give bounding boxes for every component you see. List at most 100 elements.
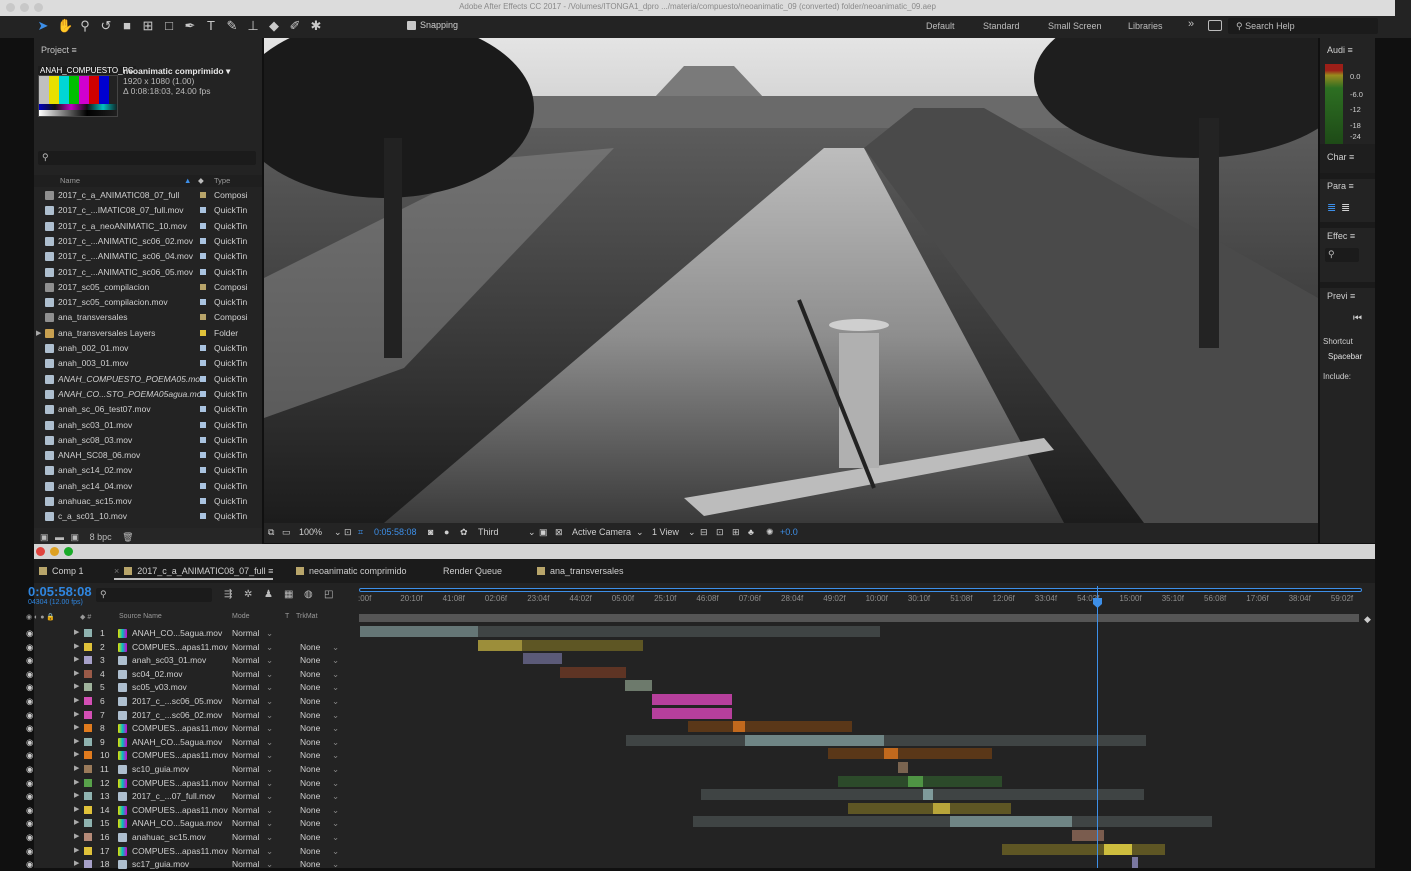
chevron-down-icon[interactable]: ⌄ [636, 527, 644, 538]
always-preview-icon[interactable]: ⧉ [268, 527, 274, 538]
chevron-down-icon[interactable]: ⌄ [332, 653, 339, 667]
expand-layer-icon[interactable]: ▶ [74, 789, 79, 803]
layer-source-name[interactable]: COMPUES...apas11.mov [132, 748, 228, 762]
layer-label-swatch[interactable] [84, 737, 92, 746]
layer-label-swatch[interactable] [84, 765, 92, 773]
layer-duration-bar[interactable] [688, 721, 733, 733]
expand-layer-icon[interactable]: ▶ [74, 803, 79, 817]
visibility-eye-icon[interactable]: ◉ [26, 640, 33, 654]
expand-layer-icon[interactable]: ▶ [74, 721, 79, 735]
layer-duration-bar[interactable] [626, 734, 745, 746]
viewer-timecode[interactable]: 0:05:58:08 [374, 527, 417, 537]
visibility-eye-icon[interactable]: ◉ [26, 721, 33, 735]
layer-source-name[interactable]: 2017_c_...07_full.mov [132, 789, 215, 803]
layer-track-area[interactable] [358, 624, 1358, 869]
layer-row[interactable]: ◉ ▶ 16 anahuac_sc15.mov Normal ⌄ None ⌄ [26, 830, 356, 844]
exposure-icon[interactable]: ✺ [766, 527, 774, 538]
minimize-window-button[interactable] [20, 3, 29, 12]
layer-label-swatch[interactable] [84, 860, 92, 869]
current-time-indicator-head[interactable] [1093, 598, 1102, 608]
effects-search-input[interactable]: ⚲ [1325, 248, 1359, 262]
layer-duration-bar[interactable] [923, 775, 1002, 787]
chevron-down-icon[interactable]: ⌄ [332, 776, 339, 790]
chevron-down-icon[interactable]: ⌄ [266, 735, 273, 749]
layer-source-name[interactable]: sc05_v03.mov [132, 680, 187, 694]
graph-editor-icon[interactable]: ◰ [324, 589, 333, 600]
align-center-icon[interactable]: ≣ [1341, 201, 1350, 214]
label-column-icon[interactable]: ◆ [198, 176, 204, 185]
chevron-down-icon[interactable]: ⌄ [332, 762, 339, 776]
chevron-down-icon[interactable]: ⌄ [332, 640, 339, 654]
rectangle-tool-icon[interactable]: □ [162, 17, 176, 35]
transparency-grid-icon[interactable]: ⊠ [555, 527, 563, 538]
close-tab-icon[interactable]: × [114, 566, 119, 576]
chevron-down-icon[interactable]: ⌄ [266, 789, 273, 803]
minimize-window-button[interactable] [50, 547, 59, 556]
expand-layer-icon[interactable]: ▶ [74, 653, 79, 667]
chevron-down-icon[interactable]: ⌄ [528, 527, 536, 538]
chevron-down-icon[interactable]: ⌄ [332, 803, 339, 817]
layer-trkmat-dropdown[interactable]: None [300, 667, 320, 681]
expand-layer-icon[interactable]: ▶ [74, 694, 79, 708]
chevron-down-icon[interactable]: ⌄ [332, 789, 339, 803]
layer-duration-bar[interactable] [950, 816, 1072, 828]
chevron-down-icon[interactable]: ⌄ [266, 762, 273, 776]
channel-icon[interactable]: ✿ [460, 527, 468, 538]
layer-row[interactable]: ◉ ▶ 11 sc10_guia.mov Normal ⌄ None ⌄ [26, 762, 356, 776]
chevron-down-icon[interactable]: ⌄ [332, 735, 339, 749]
layer-duration-bar[interactable] [884, 748, 898, 760]
chevron-down-icon[interactable]: ⌄ [266, 816, 273, 830]
trash-icon[interactable]: 🗑 [122, 532, 133, 542]
tab-animatic-full[interactable]: × 2017_c_a_ANIMATIC08_07_full ≡ [114, 566, 274, 580]
layer-row[interactable]: ◉ ▶ 13 2017_c_...07_full.mov Normal ⌄ None ⌄ [26, 789, 356, 803]
project-item[interactable]: c_a_sc01_10.mov QuickTin [34, 509, 262, 524]
trkmat-column-header[interactable]: TrkMat [296, 613, 318, 620]
label-swatch[interactable] [200, 314, 206, 321]
layer-trkmat-dropdown[interactable]: None [300, 776, 320, 790]
layer-trkmat-dropdown[interactable]: None [300, 844, 320, 858]
chevron-down-icon[interactable]: ⌄ [332, 844, 339, 858]
pan-behind-tool-icon[interactable]: ⊞ [141, 17, 155, 35]
label-swatch[interactable] [200, 482, 206, 489]
layer-source-name[interactable]: anah_sc03_01.mov [132, 653, 206, 667]
chevron-down-icon[interactable]: ⌄ [332, 667, 339, 681]
layer-label-swatch[interactable] [84, 805, 92, 814]
layer-row[interactable]: ◉ ▶ 14 COMPUES...apas11.mov Normal ⌄ None ⌄ [26, 803, 356, 817]
layer-mode-dropdown[interactable]: Normal [232, 735, 259, 749]
visibility-eye-icon[interactable]: ◉ [26, 789, 33, 803]
visibility-eye-icon[interactable]: ◉ [26, 735, 33, 749]
layer-duration-bar[interactable] [950, 802, 1011, 814]
fit-icon[interactable]: ⊡ [344, 527, 352, 538]
layer-duration-bar[interactable] [884, 734, 1146, 746]
resolution-dropdown[interactable]: Third [478, 527, 499, 537]
layer-row[interactable]: ◉ ▶ 7 2017_c_...sc06_02.mov Normal ⌄ None ⌄ [26, 708, 356, 722]
label-swatch[interactable] [200, 237, 206, 244]
expand-layer-icon[interactable]: ▶ [74, 735, 79, 749]
visibility-eye-icon[interactable]: ◉ [26, 762, 33, 776]
layer-source-name[interactable]: COMPUES...apas11.mov [132, 721, 228, 735]
new-composition-icon[interactable]: ▣ [71, 532, 80, 542]
project-item[interactable]: ana_transversales Composi [34, 310, 262, 325]
chevron-down-icon[interactable]: ⌄ [266, 640, 273, 654]
layer-trkmat-dropdown[interactable]: None [300, 721, 320, 735]
layer-row[interactable]: ◉ ▶ 2 COMPUES...apas11.mov Normal ⌄ None ⌄ [26, 640, 356, 654]
chevron-down-icon[interactable]: ⌄ [332, 721, 339, 735]
layer-mode-dropdown[interactable]: Normal [232, 762, 259, 776]
layer-label-swatch[interactable] [84, 846, 92, 855]
workspace-default[interactable]: Default [926, 21, 955, 31]
label-swatch[interactable] [200, 360, 206, 367]
brush-tool-icon[interactable]: ✎ [225, 17, 239, 35]
layer-mode-dropdown[interactable]: Normal [232, 708, 259, 722]
new-folder-icon[interactable]: ▬ [55, 532, 64, 542]
chevron-down-icon[interactable]: ⌄ [266, 667, 273, 681]
view-layout-dropdown[interactable]: 1 View [652, 527, 679, 537]
eraser-tool-icon[interactable]: ◆ [267, 17, 281, 35]
layer-source-name[interactable]: 2017_c_...sc06_05.mov [132, 694, 222, 708]
visibility-eye-icon[interactable]: ◉ [26, 830, 33, 844]
visibility-eye-icon[interactable]: ◉ [26, 708, 33, 722]
layer-duration-bar[interactable] [478, 639, 522, 651]
fast-previews-icon[interactable]: ⊡ [716, 527, 724, 538]
layer-duration-bar[interactable] [1002, 843, 1104, 855]
layer-mode-dropdown[interactable]: Normal [232, 803, 259, 817]
expand-layer-icon[interactable]: ▶ [74, 748, 79, 762]
